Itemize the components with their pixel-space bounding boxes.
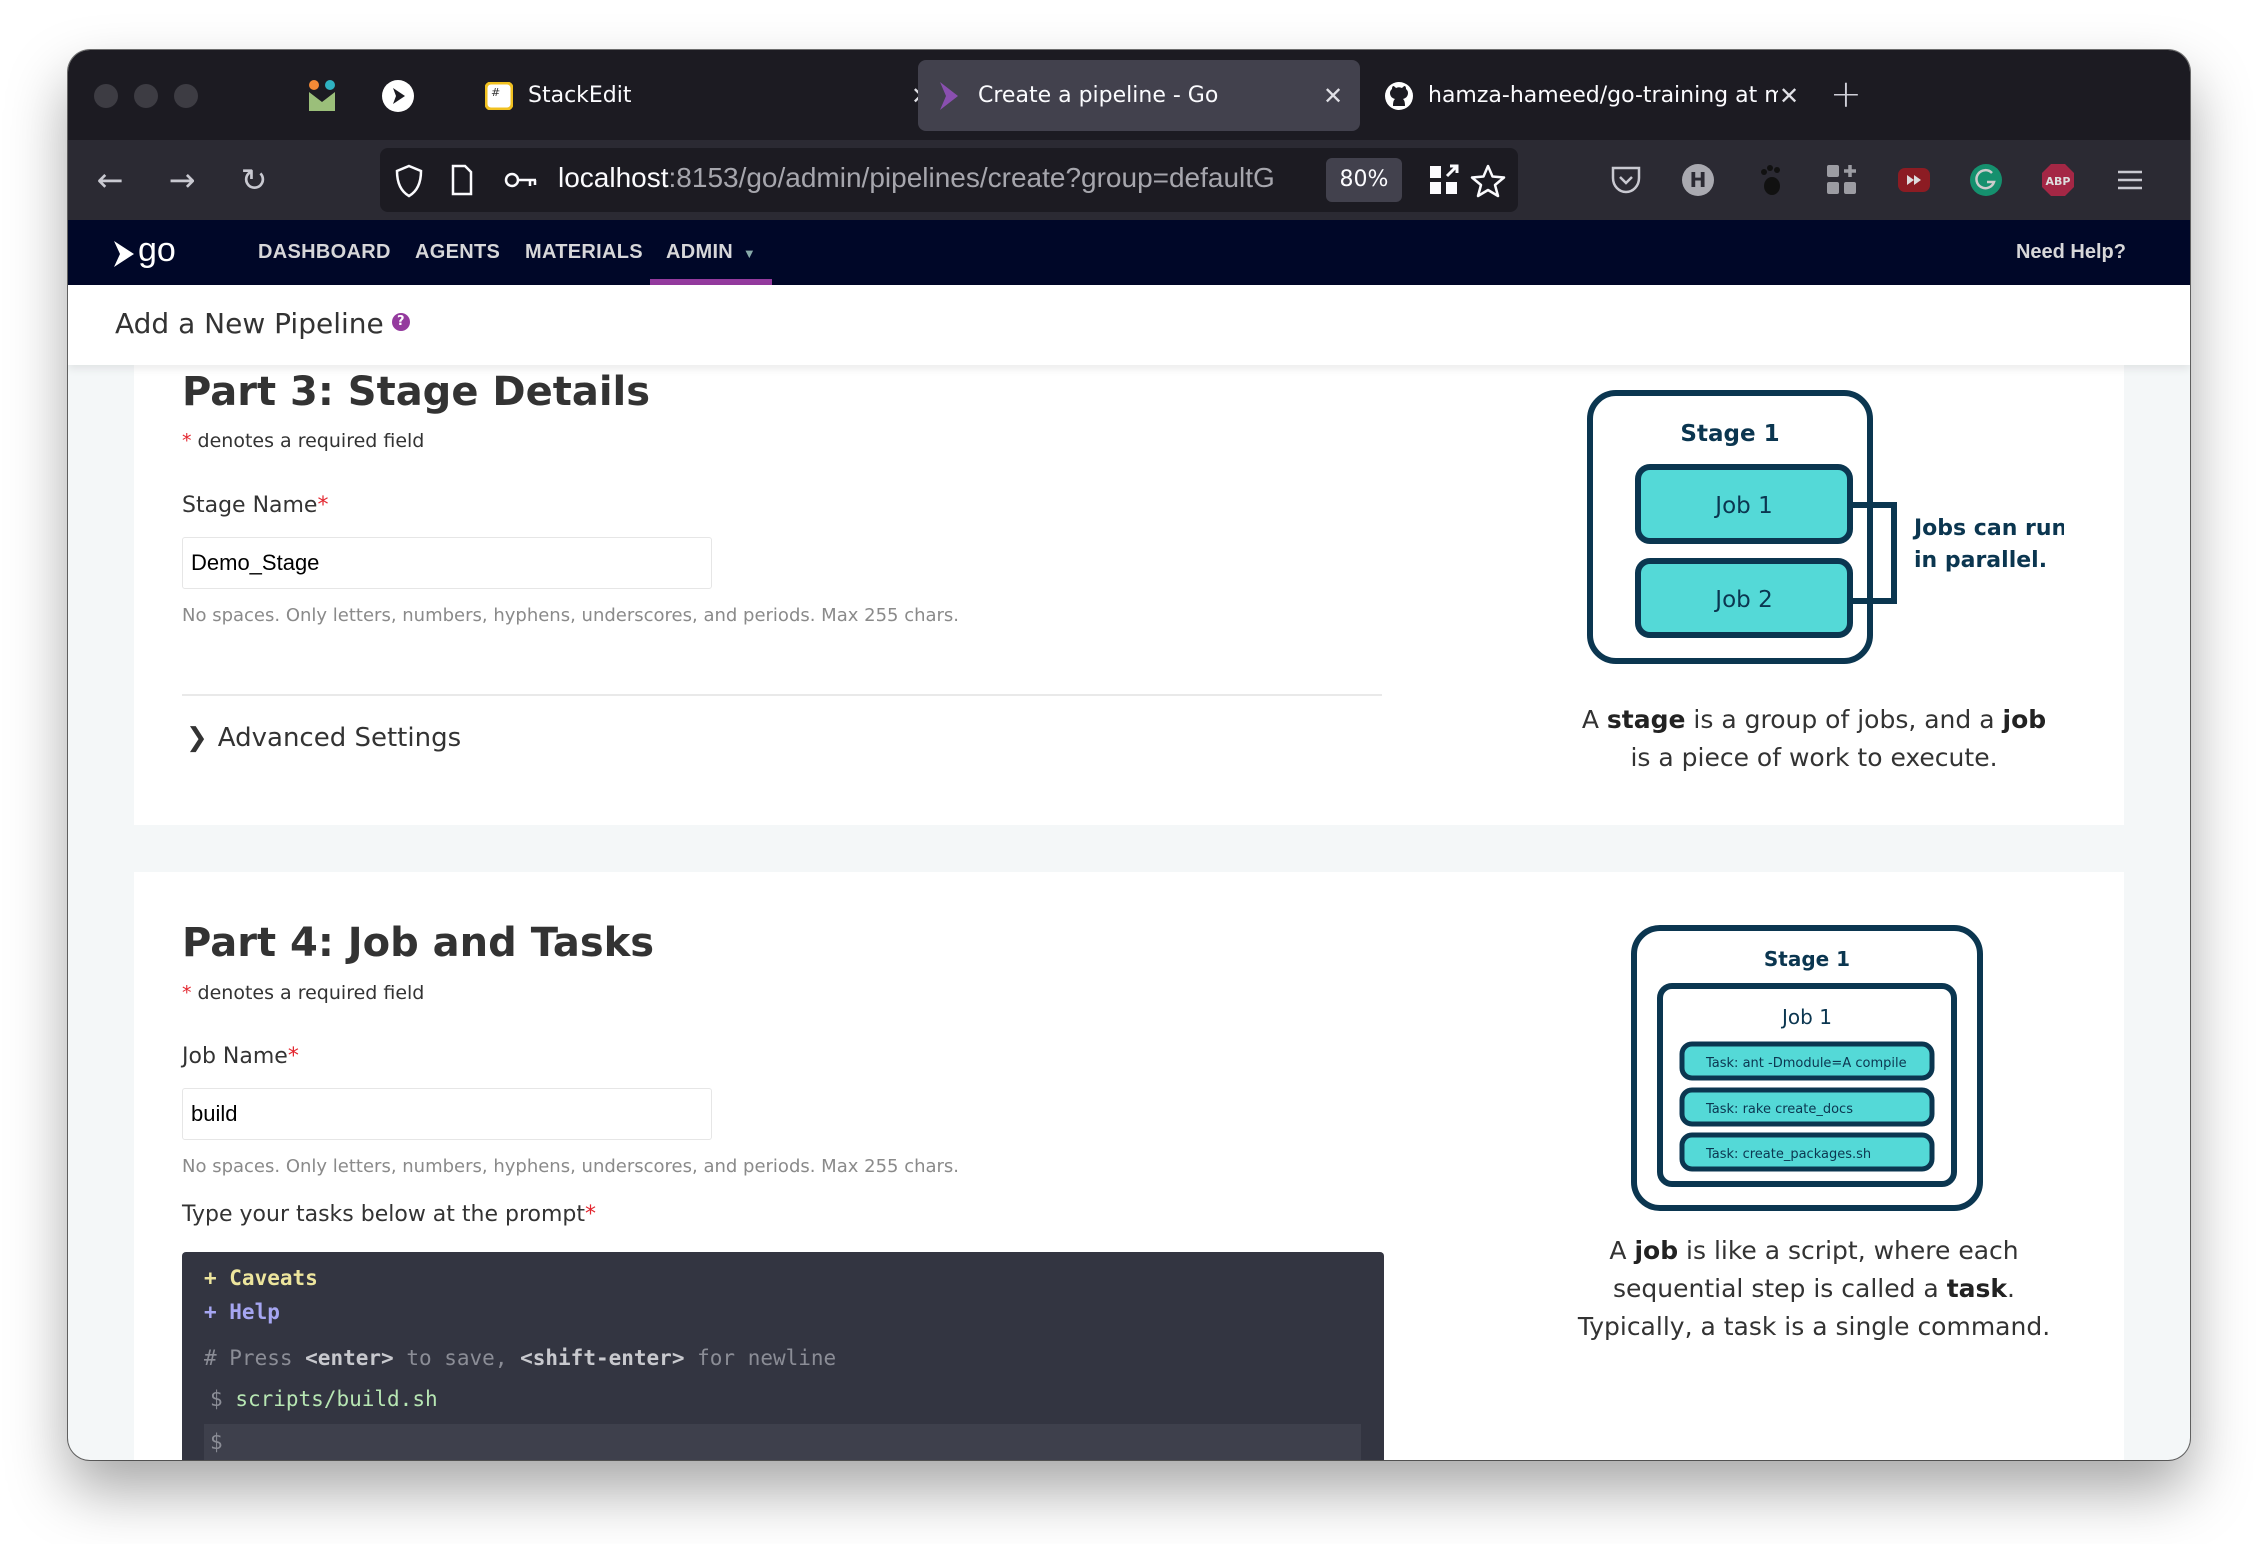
pinned-tab-gocd[interactable] [380, 78, 416, 114]
window-close-button[interactable] [94, 84, 118, 108]
help-toggle[interactable]: + Help [204, 1300, 280, 1324]
tasks-label: Type your tasks below at the prompt* [182, 1202, 597, 1227]
nav-admin[interactable]: ADMIN ▼ [650, 220, 773, 285]
pinned-tab-metabase[interactable] [304, 78, 340, 114]
hamburger-menu-icon[interactable] [2112, 162, 2148, 198]
page-icon[interactable] [450, 164, 474, 200]
tab-create-pipeline[interactable]: Create a pipeline - Go ✕ [918, 60, 1360, 131]
stage-name-label: Stage Name* [182, 493, 329, 518]
stage-label: Stage 1 [1764, 947, 1850, 971]
h-icon[interactable]: H [1680, 162, 1716, 198]
video-speed-icon[interactable] [1896, 162, 1932, 198]
job-label: Job 1 [1780, 1005, 1832, 1029]
gocd-logo[interactable]: go [112, 231, 176, 273]
advanced-settings-toggle[interactable]: ❯ Advanced Settings [186, 723, 461, 753]
stage-name-hint: No spaces. Only letters, numbers, hyphen… [182, 605, 960, 626]
grammarly-icon[interactable] [1968, 162, 2004, 198]
close-tab-icon[interactable]: ✕ [1774, 82, 1804, 110]
svg-text:#: # [491, 86, 500, 99]
stage-details-section: Part 3: Stage Details * denotes a requir… [134, 365, 2124, 825]
task-label: Task: rake create_docs [1705, 1102, 1853, 1117]
new-tab-button[interactable]: + [1830, 72, 1862, 116]
job-name-label: Job Name* [182, 1044, 299, 1069]
caveats-toggle[interactable]: + Caveats [204, 1266, 318, 1290]
need-help-link[interactable]: Need Help? [2016, 220, 2126, 285]
tab-title: Create a pipeline - Go [978, 83, 1219, 108]
stackedit-icon: # [484, 81, 514, 111]
stage-caption: A stage is a group of jobs, and a job is… [1581, 705, 2047, 772]
tab-github[interactable]: hamza-hameed/go-training at m ✕ [1368, 60, 1858, 131]
job-name-input[interactable] [182, 1088, 712, 1140]
nav-materials[interactable]: MATERIALS [525, 220, 643, 285]
bookmark-star-icon[interactable] [1470, 164, 1506, 202]
github-icon [1384, 81, 1414, 111]
job-tasks-section: Part 4: Job and Tasks * denotes a requir… [134, 872, 2124, 1460]
tab-stackedit[interactable]: # StackEdit ✕ [468, 60, 948, 131]
app-navbar: go DASHBOARD AGENTS MATERIALS ADMIN ▼ Ne… [68, 220, 2190, 285]
section-title: Part 4: Job and Tasks [182, 920, 655, 966]
window-minimize-button[interactable] [134, 84, 158, 108]
browser-window: # StackEdit ✕ Create a pipeline - Go ✕ h… [68, 50, 2190, 1460]
page-header: Add a New Pipeline? [68, 285, 2190, 365]
parallel-note-line2: in parallel. [1914, 548, 2047, 573]
svg-text:H: H [1690, 168, 1707, 192]
gocd-icon [934, 81, 964, 111]
gocd-pinned-icon [382, 80, 414, 112]
forward-button[interactable]: → [164, 162, 200, 198]
adblock-plus-icon[interactable]: ABP [2040, 162, 2076, 198]
key-icon[interactable] [504, 168, 540, 196]
window-zoom-button[interactable] [174, 84, 198, 108]
metabase-icon [309, 80, 335, 111]
stage-jobs-diagram: Stage 1 Job 1 Job 2 Jobs can run in para… [1587, 390, 2064, 664]
nav-dashboard[interactable]: DASHBOARD [258, 220, 391, 285]
required-note: * denotes a required field [182, 430, 425, 452]
stage-name-input[interactable] [182, 537, 712, 589]
task-label: Task: create_packages.sh [1705, 1147, 1871, 1162]
job-name-hint: No spaces. Only letters, numbers, hyphen… [182, 1156, 960, 1177]
qr-code-icon[interactable] [1428, 164, 1460, 200]
task-label: Task: ant -Dmodule=A compile [1705, 1056, 1907, 1071]
job-caption: A job is like a script, where each seque… [1577, 1236, 2051, 1341]
address-bar[interactable]: localhost:8153/go/admin/pipelines/create… [380, 148, 1518, 212]
tab-title: hamza-hameed/go-training at m [1428, 83, 1778, 108]
chevron-right-icon: ❯ [186, 723, 208, 753]
terminal-instructions: # Press <enter> to save, <shift-enter> f… [204, 1346, 837, 1370]
back-button[interactable]: ← [92, 162, 128, 198]
nav-agents[interactable]: AGENTS [415, 220, 500, 285]
divider [182, 694, 1382, 696]
help-icon[interactable]: ? [391, 313, 410, 331]
task-command-line: $ scripts/build.sh [210, 1387, 438, 1411]
url-text[interactable]: localhost:8153/go/admin/pipelines/create… [558, 162, 1298, 194]
task-prompt-input[interactable]: $ [204, 1424, 1361, 1460]
shield-icon[interactable] [394, 164, 424, 202]
close-tab-icon[interactable]: ✕ [1318, 82, 1348, 110]
tab-title: StackEdit [528, 83, 632, 108]
task-terminal[interactable]: + Caveats + Help # Press <enter> to save… [182, 1252, 1384, 1460]
gnome-icon[interactable] [1752, 162, 1788, 198]
job-tasks-diagram: Stage 1 Job 1 Task: ant -Dmodule=A compi… [1631, 925, 1983, 1211]
zoom-level-badge[interactable]: 80% [1326, 158, 1402, 202]
svg-text:ABP: ABP [2046, 175, 2071, 188]
gocd-logo-icon [114, 240, 134, 267]
job-label: Job 1 [1713, 493, 1772, 519]
job-label: Job 2 [1713, 587, 1772, 613]
parallel-note-line1: Jobs can run [1912, 516, 2064, 541]
section-title: Part 3: Stage Details [182, 369, 651, 415]
reload-button[interactable]: ↻ [236, 162, 272, 198]
tab-bar: # StackEdit ✕ Create a pipeline - Go ✕ h… [68, 50, 2190, 140]
stage-label: Stage 1 [1680, 421, 1779, 447]
page-title: Add a New Pipeline [115, 307, 384, 340]
pocket-icon[interactable] [1608, 162, 1644, 198]
grid-plus-icon[interactable] [1824, 162, 1860, 198]
caret-down-icon: ▼ [742, 246, 757, 261]
browser-toolbar: ← → ↻ localhost:8153/go/admin/pipelines/… [68, 140, 2190, 220]
required-note: * denotes a required field [182, 982, 425, 1004]
